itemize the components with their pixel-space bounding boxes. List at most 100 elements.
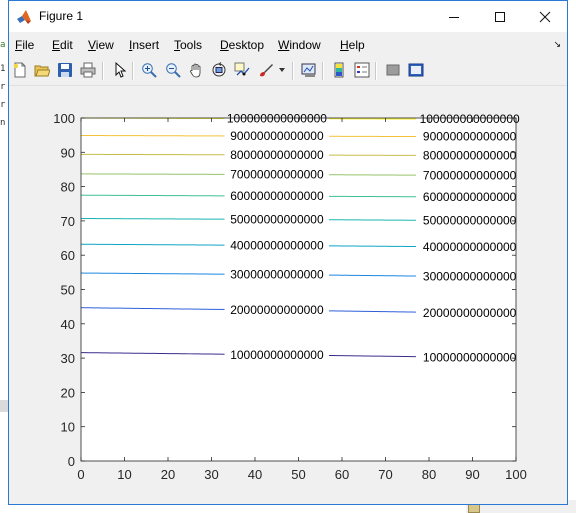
menu-insert[interactable]: Insert	[129, 38, 159, 52]
y-tick-label: 30	[61, 351, 75, 366]
figure-window: Figure 1 File Edit View Insert Tools Des…	[8, 0, 568, 505]
hide-plot-tools-icon[interactable]	[384, 61, 402, 79]
y-tick-label: 70	[61, 214, 75, 229]
y-tick-label: 100	[53, 111, 75, 126]
contour-label: 30000000000000	[230, 268, 324, 282]
menu-desktop[interactable]: Desktop	[220, 38, 264, 52]
contour-label: 100000000000000	[227, 112, 327, 126]
x-tick-label: 80	[422, 467, 436, 482]
x-tick-label: 100	[505, 467, 527, 482]
background-code-char: n	[0, 118, 6, 128]
data-cursor-icon[interactable]	[233, 61, 251, 79]
contour-line	[80, 217, 225, 220]
contour-label: 80000000000000	[230, 148, 324, 162]
menu-help[interactable]: Help	[340, 38, 365, 52]
background-code-char: r	[0, 82, 6, 92]
toolbar-separator	[102, 62, 104, 80]
menu-tools-label: ools	[180, 38, 203, 52]
contour-label: 50000000000000	[423, 214, 517, 228]
contour-line	[328, 219, 416, 221]
matlab-logo-icon	[17, 10, 31, 24]
menu-insert-label: nsert	[132, 38, 160, 52]
menu-file-label: ile	[22, 38, 35, 52]
pointer-icon[interactable]	[111, 61, 129, 79]
toolbar-separator	[292, 62, 294, 80]
contour-plot[interactable]: 10000000000000 10000000000000 200000000000…	[9, 86, 567, 504]
menu-tools[interactable]: Tools	[174, 38, 202, 52]
link-plot-icon[interactable]	[300, 61, 318, 79]
contour-label: 90000000000000	[230, 129, 324, 143]
zoom-in-icon[interactable]	[140, 61, 158, 79]
background-code-char: 1	[0, 64, 6, 74]
x-tick-label: 0	[77, 467, 84, 482]
show-plot-tools-icon[interactable]	[407, 61, 425, 79]
contour-label: 20000000000000	[230, 303, 324, 317]
contour-label: 60000000000000	[423, 190, 517, 204]
figure-canvas: 10000000000000 10000000000000 200000000000…	[9, 86, 567, 504]
contour-label: 10000000000000	[423, 350, 517, 364]
x-tick-label: 50	[291, 467, 305, 482]
minimize-button[interactable]	[431, 1, 477, 32]
menu-view-mnemonic: V	[88, 38, 96, 52]
window-title: Figure 1	[39, 9, 84, 23]
figure-toolbar	[9, 57, 567, 86]
menu-window[interactable]: Window	[278, 38, 321, 52]
y-tick-label: 80	[61, 180, 75, 195]
pan-icon[interactable]	[187, 61, 205, 79]
contour-label: 70000000000000	[230, 168, 324, 182]
contour-line	[80, 194, 225, 197]
x-tick-label: 70	[378, 467, 392, 482]
contour-label: 40000000000000	[423, 240, 517, 254]
menu-desktop-mnemonic: D	[220, 38, 229, 52]
close-icon	[539, 11, 551, 22]
title-bar[interactable]: Figure 1	[9, 1, 567, 32]
contour-label: 70000000000000	[423, 168, 517, 182]
y-tick-label: 60	[61, 248, 75, 263]
y-tick-label: 0	[68, 454, 75, 469]
menu-edit[interactable]: Edit	[52, 38, 73, 52]
menu-file[interactable]: File	[15, 38, 34, 52]
rotate-3d-icon[interactable]	[210, 61, 228, 79]
open-file-icon[interactable]	[33, 61, 51, 79]
zoom-out-icon[interactable]	[164, 61, 182, 79]
dock-figure-icon[interactable]: ↘	[553, 39, 561, 50]
y-tick-label: 50	[61, 283, 75, 298]
insert-colorbar-icon[interactable]	[330, 61, 348, 79]
x-tick-label: 90	[465, 467, 479, 482]
contour-label: 40000000000000	[230, 238, 324, 252]
maximize-icon	[495, 11, 505, 22]
background-code-char: r	[0, 100, 6, 110]
insert-legend-icon[interactable]	[353, 61, 371, 79]
x-tick-label: 40	[248, 467, 262, 482]
x-tick-label: 20	[161, 467, 175, 482]
menu-edit-mnemonic: E	[52, 38, 61, 52]
maximize-button[interactable]	[477, 1, 523, 32]
brush-icon[interactable]	[257, 61, 275, 79]
brush-dropdown-icon[interactable]	[277, 61, 287, 79]
minimize-icon	[449, 16, 459, 18]
toolbar-separator	[375, 62, 377, 80]
y-tick-label: 40	[61, 317, 75, 332]
background-code-char: a	[0, 40, 6, 50]
menu-help-mnemonic: H	[340, 38, 349, 52]
contour-label: 30000000000000	[423, 270, 517, 284]
contour-label: 100000000000000	[420, 112, 520, 126]
print-icon[interactable]	[79, 61, 97, 79]
contour-label: 20000000000000	[423, 306, 517, 320]
menu-view[interactable]: View	[88, 38, 114, 52]
y-tick-label: 20	[61, 385, 75, 400]
menu-help-label: elp	[348, 38, 365, 52]
menu-window-mnemonic: W	[278, 38, 290, 52]
save-icon[interactable]	[56, 61, 74, 79]
contour-label: 80000000000000	[423, 149, 517, 163]
menu-view-label: iew	[95, 38, 114, 52]
y-tick-label: 10	[61, 420, 75, 435]
x-tick-label: 60	[335, 467, 349, 482]
background-divider	[0, 400, 8, 412]
menu-bar: File Edit View Insert Tools Desktop Wind…	[9, 33, 567, 55]
background-editor-strip: a 1 r r n	[0, 0, 8, 513]
new-figure-icon[interactable]	[11, 61, 29, 79]
contour-line	[328, 245, 416, 248]
contour-label: 90000000000000	[423, 130, 517, 144]
close-button[interactable]	[522, 1, 568, 32]
